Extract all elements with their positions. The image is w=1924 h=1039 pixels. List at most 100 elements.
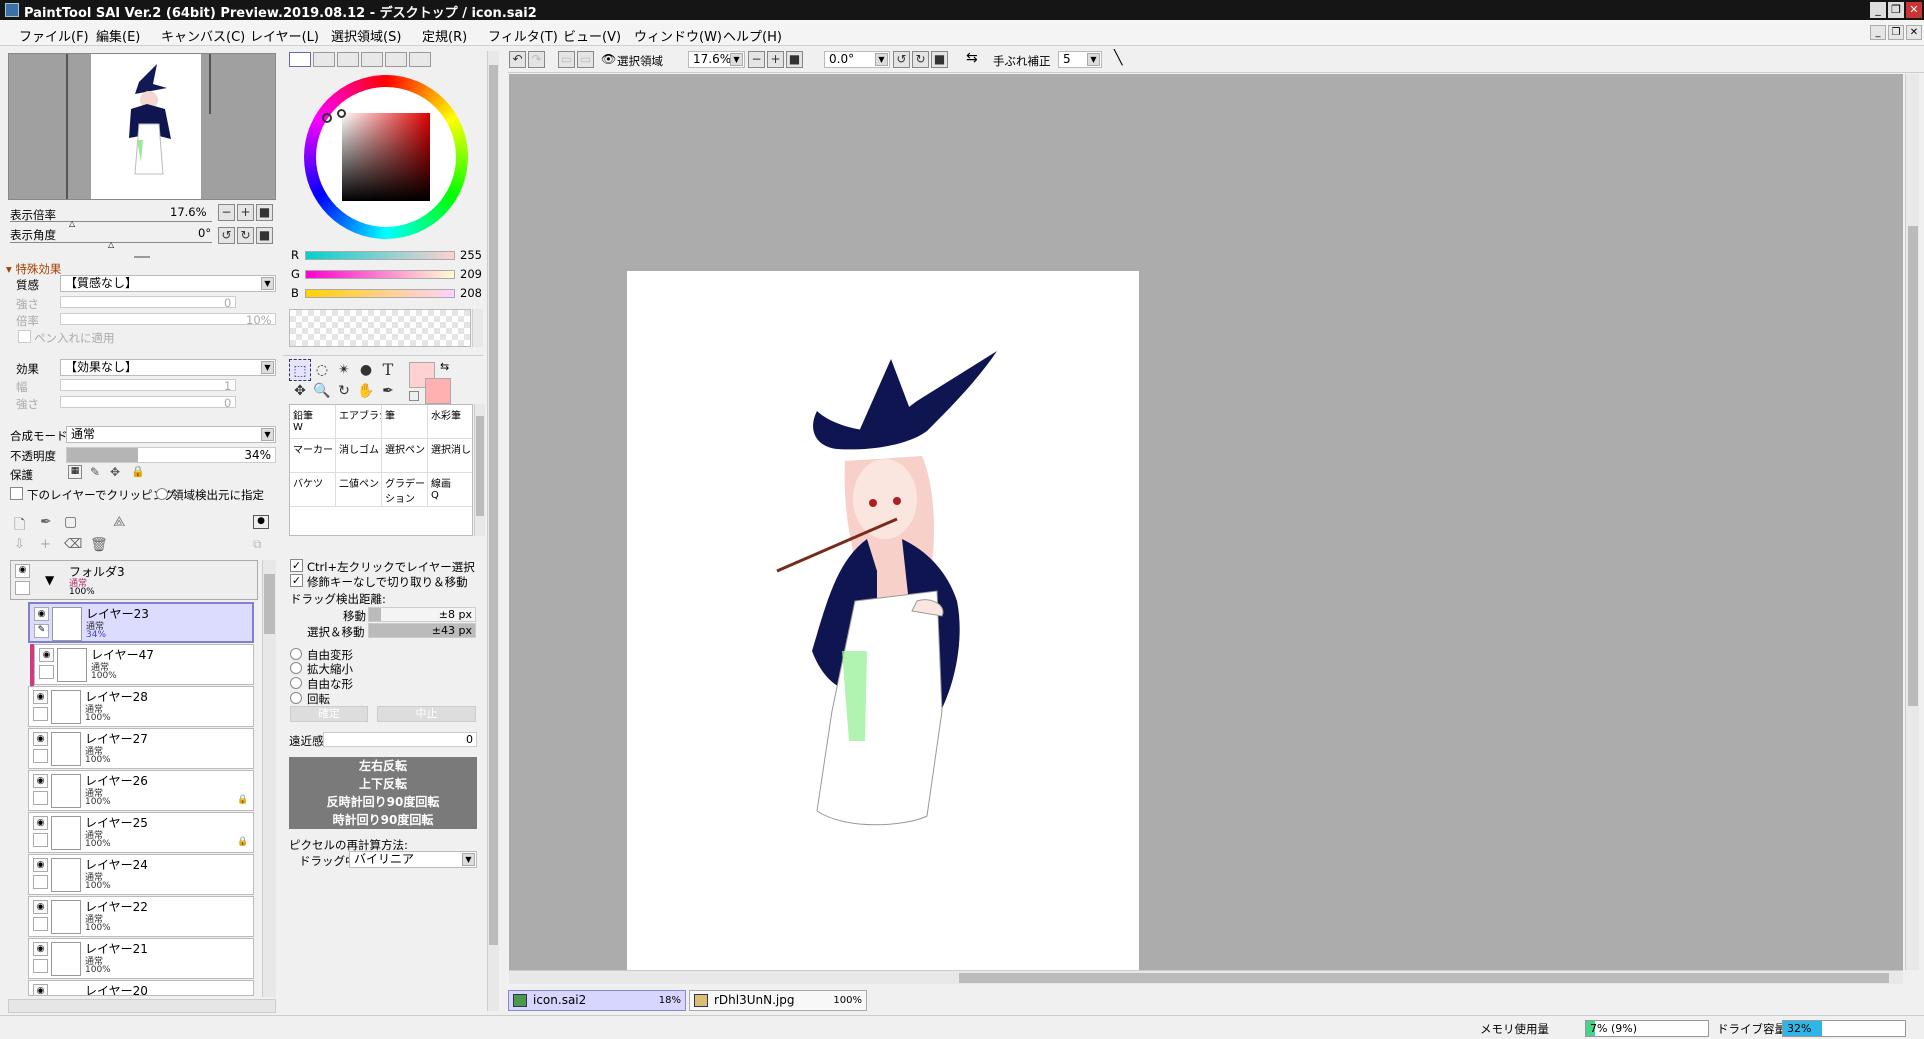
merge-down-icon[interactable]: ⇩ bbox=[14, 537, 25, 552]
deselect-icon[interactable]: ▭ bbox=[558, 51, 575, 68]
hue-cursor[interactable] bbox=[322, 113, 332, 123]
scratch-swatches[interactable] bbox=[289, 309, 471, 347]
eye-icon[interactable]: ◉ bbox=[33, 690, 48, 704]
brush-eraser[interactable]: 消しゴム bbox=[336, 439, 382, 473]
delete-layer-icon[interactable]: 🗑 bbox=[90, 537, 108, 553]
doc-minimize-button[interactable]: _ bbox=[1870, 25, 1886, 40]
effects-header[interactable]: ▾ 特殊効果 bbox=[6, 261, 61, 277]
brush-pencil[interactable]: 鉛筆 W bbox=[290, 405, 336, 439]
straight-line-icon[interactable]: ╲ bbox=[1114, 50, 1122, 66]
move-tool[interactable]: ✥ bbox=[289, 380, 311, 402]
cut-move-checkbox[interactable]: ✓ bbox=[290, 574, 303, 587]
opacity-slider[interactable]: 34% bbox=[66, 447, 276, 463]
angle-select[interactable]: 0.0° ▼ bbox=[824, 51, 890, 68]
menu-layer[interactable]: レイヤー(L) bbox=[250, 26, 319, 45]
brush-bucket[interactable]: バケツ bbox=[290, 473, 336, 507]
rotate-reset-button[interactable]: ■ bbox=[256, 227, 273, 244]
blend-mode-select[interactable]: 通常 ▼ bbox=[66, 426, 276, 443]
menu-file[interactable]: ファイル(F) bbox=[19, 26, 89, 45]
color-sliders-tab[interactable] bbox=[313, 52, 335, 67]
menu-ruler[interactable]: 定規(R) bbox=[422, 26, 467, 45]
toolbar-rotate-reset[interactable]: ■ bbox=[931, 51, 948, 68]
brush-select-eraser[interactable]: 選択消し bbox=[428, 439, 472, 473]
scratchpad-tab[interactable] bbox=[409, 52, 431, 67]
zoom-select[interactable]: 17.6% ▼ bbox=[688, 51, 745, 68]
color-sv-cursor[interactable] bbox=[337, 109, 346, 118]
eye-icon[interactable]: ◉ bbox=[34, 607, 49, 621]
b-slider[interactable] bbox=[305, 289, 455, 298]
layer-row[interactable]: ◉ レイヤー21 通常 100% bbox=[28, 938, 254, 979]
layer-mask-icon[interactable]: ⟁ bbox=[113, 514, 126, 530]
g-slider[interactable] bbox=[305, 270, 455, 279]
eye-icon[interactable]: ◉ bbox=[33, 774, 48, 788]
eye-icon[interactable]: ◉ bbox=[33, 816, 48, 830]
brush-marker[interactable]: マーカー bbox=[290, 439, 336, 473]
new-folder-icon[interactable]: ▢ bbox=[64, 514, 77, 530]
eyedropper-tool[interactable]: ✒ bbox=[377, 380, 399, 402]
hand-tool[interactable]: ✋ bbox=[355, 380, 377, 402]
swatch-scrollbar[interactable] bbox=[472, 309, 483, 347]
pencil-icon[interactable]: ✎ bbox=[34, 624, 49, 638]
layer-row[interactable]: ◉ レイヤー26 通常 100% 🔒 bbox=[28, 770, 254, 811]
new-pen-layer-icon[interactable]: ✒ bbox=[40, 514, 52, 530]
eye-icon[interactable]: ◉ bbox=[33, 900, 48, 914]
canvas-hscrollbar[interactable] bbox=[509, 970, 1903, 984]
menu-canvas[interactable]: キャンバス(C) bbox=[161, 26, 245, 45]
invert-select-icon[interactable]: ▭ bbox=[577, 51, 594, 68]
eye-icon[interactable]: ◉ bbox=[33, 984, 48, 995]
rotate-tool[interactable]: ↻ bbox=[333, 380, 355, 402]
eye-icon[interactable]: ◉ bbox=[33, 732, 48, 746]
new-layer-icon[interactable]: 🗋 bbox=[14, 514, 25, 538]
doc-restore-button[interactable]: ❐ bbox=[1888, 25, 1904, 40]
undo-icon[interactable]: ↶ bbox=[509, 51, 526, 68]
tool-panel-scrollbar[interactable] bbox=[487, 51, 499, 1011]
splitter-handle[interactable] bbox=[134, 256, 150, 258]
menu-selection[interactable]: 選択領域(S) bbox=[331, 26, 401, 45]
transparent-color-icon[interactable] bbox=[409, 391, 419, 401]
select-move-slider[interactable]: ±43 px bbox=[368, 623, 476, 638]
layer-row[interactable]: ◉ レイヤー28 通常 100% bbox=[28, 686, 254, 727]
flip-horizontal-button[interactable]: 左右反転 bbox=[289, 757, 477, 775]
ctrl-select-checkbox[interactable]: ✓ bbox=[290, 559, 303, 572]
folder-expand-icon[interactable]: ▼ bbox=[45, 573, 54, 587]
layer-row-selected[interactable]: ◉ ✎ レイヤー23 通常 34% bbox=[28, 602, 254, 643]
protect-lock-icon[interactable]: 🔒 bbox=[131, 465, 145, 478]
layer-lock-box[interactable] bbox=[33, 707, 48, 721]
layer-row[interactable]: ◉ レイヤー27 通常 100% bbox=[28, 728, 254, 769]
doc-close-button[interactable]: ✕ bbox=[1906, 25, 1922, 40]
toolbar-zoom-out[interactable]: − bbox=[748, 51, 765, 68]
free-shape-radio[interactable] bbox=[290, 677, 302, 689]
angle-slider-handle[interactable]: △ bbox=[108, 240, 114, 249]
effect-select[interactable]: 【効果なし】 ▼ bbox=[60, 359, 276, 376]
rotate-left-button[interactable]: ↺ bbox=[218, 227, 235, 244]
rotate-radio[interactable] bbox=[290, 692, 302, 704]
protect-move-icon[interactable]: ✥ bbox=[110, 465, 120, 479]
toolbar-rotate-right[interactable]: ↻ bbox=[912, 51, 929, 68]
menu-help[interactable]: ヘルプ(H) bbox=[723, 26, 782, 45]
confirm-button[interactable]: 確定 bbox=[290, 706, 368, 722]
zoom-tool[interactable]: 🔍 bbox=[311, 380, 333, 402]
eye-icon[interactable]: ◉ bbox=[33, 858, 48, 872]
redo-icon[interactable]: ↷ bbox=[528, 51, 545, 68]
layer-row[interactable]: ◉ レイヤー22 通常 100% bbox=[28, 896, 254, 937]
navigator-preview[interactable] bbox=[8, 53, 276, 200]
menu-window[interactable]: ウィンドウ(W) bbox=[634, 26, 722, 45]
tool-panel-scroll-thumb[interactable] bbox=[489, 65, 498, 945]
eye-icon[interactable]: ◉ bbox=[39, 648, 54, 662]
left-hscrollbar[interactable] bbox=[8, 999, 276, 1013]
color-hsv-tab[interactable] bbox=[337, 52, 359, 67]
canvas-paper[interactable] bbox=[627, 271, 1139, 971]
move-distance-slider[interactable]: ±8 px bbox=[368, 607, 476, 622]
color-mixer-tab[interactable] bbox=[361, 52, 383, 67]
toolbar-zoom-in[interactable]: + bbox=[767, 51, 784, 68]
layer-lock-box[interactable] bbox=[39, 665, 54, 679]
canvas-vscrollbar[interactable] bbox=[1905, 74, 1919, 970]
stabilizer-select[interactable]: 5 ▼ bbox=[1058, 51, 1102, 68]
rotate-ccw-button[interactable]: 反時計回り90度回転 bbox=[289, 793, 477, 811]
brush-lineart[interactable]: 線画 Q bbox=[428, 473, 472, 507]
tab-icon-sai2[interactable]: icon.sai2 18% bbox=[508, 990, 686, 1011]
layer-row[interactable]: ◉ レイヤー25 通常 100% 🔒 bbox=[28, 812, 254, 853]
eye-icon[interactable]: ◉ bbox=[33, 942, 48, 956]
maximize-button[interactable]: ❐ bbox=[1888, 2, 1904, 18]
menu-edit[interactable]: 編集(E) bbox=[96, 26, 140, 45]
